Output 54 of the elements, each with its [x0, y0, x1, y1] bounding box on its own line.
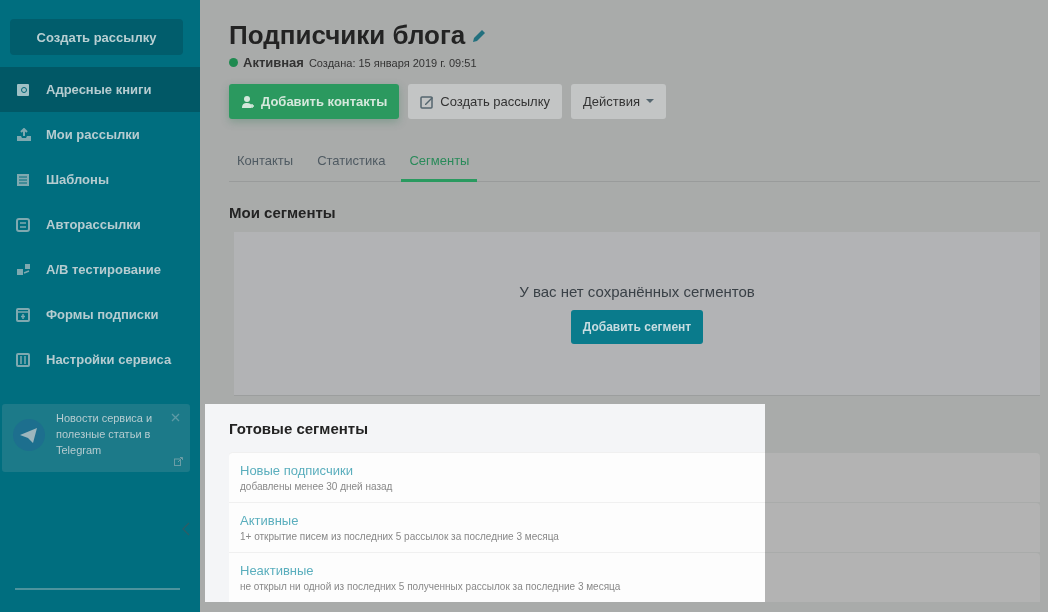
- section-heading: Готовые сегменты: [229, 419, 368, 437]
- sidebar-item[interactable]: Шаблоны: [0, 157, 200, 202]
- segment-description: добавлены менее 30 дней назад: [240, 481, 394, 492]
- paper-plane-icon: [12, 418, 46, 452]
- sidebar-item[interactable]: Адресные книги: [0, 67, 200, 112]
- section-heading: Мои сегменты: [229, 204, 337, 221]
- sliders-icon: [16, 352, 32, 367]
- page-title: Подписчики блога: [229, 20, 466, 51]
- add-user-icon: [241, 94, 255, 109]
- empty-message: У вас нет сохранённых сегментов: [519, 283, 755, 300]
- sidebar-item-label: Формы подписки: [46, 307, 159, 322]
- tab[interactable]: Сегменты: [401, 149, 478, 182]
- sidebar-item-label: Авторассылки: [46, 217, 141, 232]
- status-dot-icon: [229, 58, 238, 67]
- tab[interactable]: Контакты: [229, 149, 302, 182]
- promo-text: Новости сервиса и полезные статьи в Telegram: [56, 411, 154, 458]
- create-campaign-button[interactable]: Создать рассылку: [10, 19, 183, 55]
- sidebar-item-label: Шаблоны: [46, 172, 109, 187]
- action-button[interactable]: Создать рассылку: [408, 84, 563, 119]
- sidebar-item[interactable]: Настройки сервиса: [0, 337, 200, 382]
- sidebar-item[interactable]: Формы подписки: [0, 292, 200, 337]
- external-link-icon[interactable]: [174, 457, 183, 466]
- close-icon[interactable]: [171, 413, 180, 422]
- telegram-promo-card[interactable]: Новости сервиса и полезные статьи в Telegram: [2, 404, 190, 472]
- segment-row[interactable]: Новые подписчики добавлены менее 30 дней назад: [229, 452, 765, 502]
- status-label: Активная: [243, 55, 304, 70]
- sidebar-item-label: Настройки сервиса: [46, 352, 172, 367]
- segment-row[interactable]: Активные 1+ открытие писем из последних 5 рассылок за последние 3 месяца: [229, 502, 765, 552]
- segment-name-link[interactable]: Неактивные: [240, 563, 765, 578]
- caret-icon: [646, 99, 654, 104]
- template-icon: [16, 172, 32, 187]
- sidebar-item[interactable]: Мои рассылки: [0, 112, 200, 157]
- collapse-chevron-icon[interactable]: [182, 522, 190, 536]
- address-book-icon: [16, 82, 32, 97]
- form-icon: [16, 307, 32, 322]
- segment-description: не открыл ни одной из последних 5 полученных рассылок за последние 3 месяца: [240, 581, 622, 592]
- sidebar-item-label: Мои рассылки: [46, 127, 140, 142]
- created-date: Создана: 15 января 2019 г. 09:51: [308, 56, 477, 69]
- sidebar-item-label: A/B тестирование: [46, 262, 162, 277]
- segment-name-link[interactable]: Новые подписчики: [240, 463, 765, 478]
- sidebar-item-label: Адресные книги: [46, 82, 152, 97]
- segment-description: 1+ открытие писем из последних 5 рассылок за последние 3 месяца: [240, 531, 560, 542]
- pencil-icon[interactable]: [471, 27, 488, 44]
- upload-icon: [16, 127, 32, 142]
- tab[interactable]: Статистика: [309, 149, 394, 182]
- add-segment-button[interactable]: Добавить сегмент: [570, 310, 704, 344]
- action-button[interactable]: Действия: [571, 84, 666, 119]
- sidebar-item[interactable]: A/B тестирование: [0, 247, 200, 292]
- segment-row[interactable]: Неактивные не открыл ни одной из последних 5 полученных рассылок за последние 3 месяца: [229, 552, 765, 602]
- edit-icon: [420, 94, 435, 109]
- shapes-icon: [16, 262, 32, 277]
- action-button[interactable]: Добавить контакты: [229, 84, 400, 119]
- sidebar-item[interactable]: Авторассылки: [0, 202, 200, 247]
- segment-name-link[interactable]: Активные: [240, 513, 765, 528]
